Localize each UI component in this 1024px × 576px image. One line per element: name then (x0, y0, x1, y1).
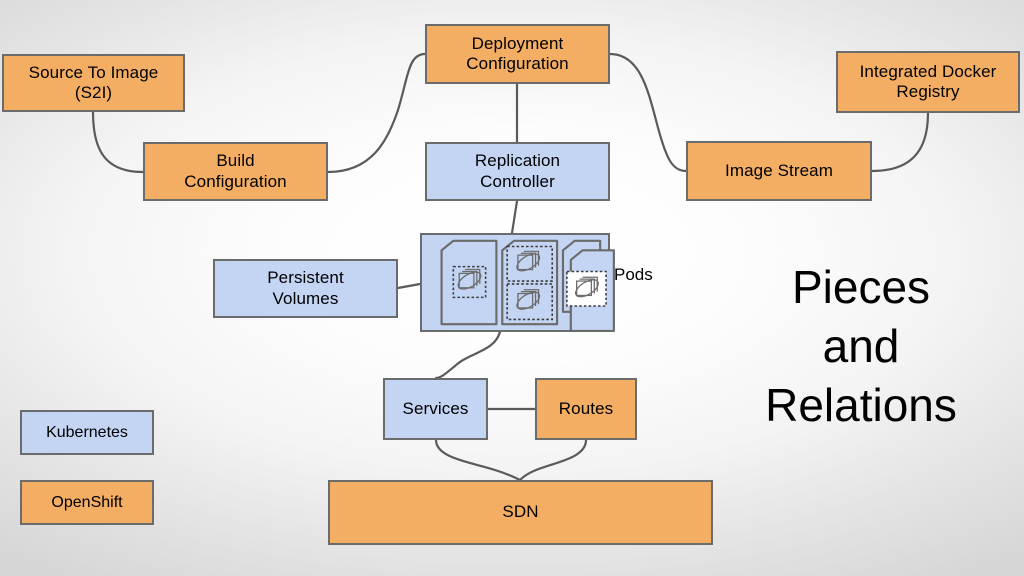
pods-label: Pods (614, 265, 653, 284)
pods-cluster[interactable] (420, 233, 615, 333)
node-integrated-docker-registry[interactable]: Integrated Docker Registry (836, 51, 1020, 113)
node-deployment-configuration[interactable]: Deployment Configuration (425, 24, 610, 84)
edge-pods-to-services (434, 330, 502, 380)
slide-canvas: Source To Image (S2I) Build Configuratio… (0, 0, 1024, 576)
edge-routes-to-sdn (518, 438, 588, 482)
edge-registry-to-imagestream (870, 111, 930, 173)
pod-icon-3 (561, 239, 615, 333)
node-image-stream[interactable]: Image Stream (686, 141, 872, 201)
node-sdn[interactable]: SDN (328, 480, 713, 545)
node-source-to-image[interactable]: Source To Image (S2I) (2, 54, 185, 112)
edge-volumes-to-pods (396, 282, 422, 290)
pod-icon-2 (501, 239, 559, 326)
pod-icon-1 (440, 239, 498, 326)
legend-item-openshift[interactable]: OpenShift (20, 480, 154, 525)
node-routes[interactable]: Routes (535, 378, 637, 440)
edge-replication-to-pods (510, 199, 519, 235)
edge-build-to-deployment (326, 52, 427, 174)
edge-services-to-sdn (434, 438, 522, 482)
slide-title: Pieces and Relations (765, 261, 957, 431)
node-services[interactable]: Services (383, 378, 488, 440)
edge-s2i-to-build (91, 110, 145, 174)
node-persistent-volumes[interactable]: Persistent Volumes (213, 259, 398, 318)
node-build-configuration[interactable]: Build Configuration (143, 142, 328, 201)
legend-item-kubernetes[interactable]: Kubernetes (20, 410, 154, 455)
node-replication-controller[interactable]: Replication Controller (425, 142, 610, 201)
edge-deployment-to-imagestream (608, 52, 688, 173)
